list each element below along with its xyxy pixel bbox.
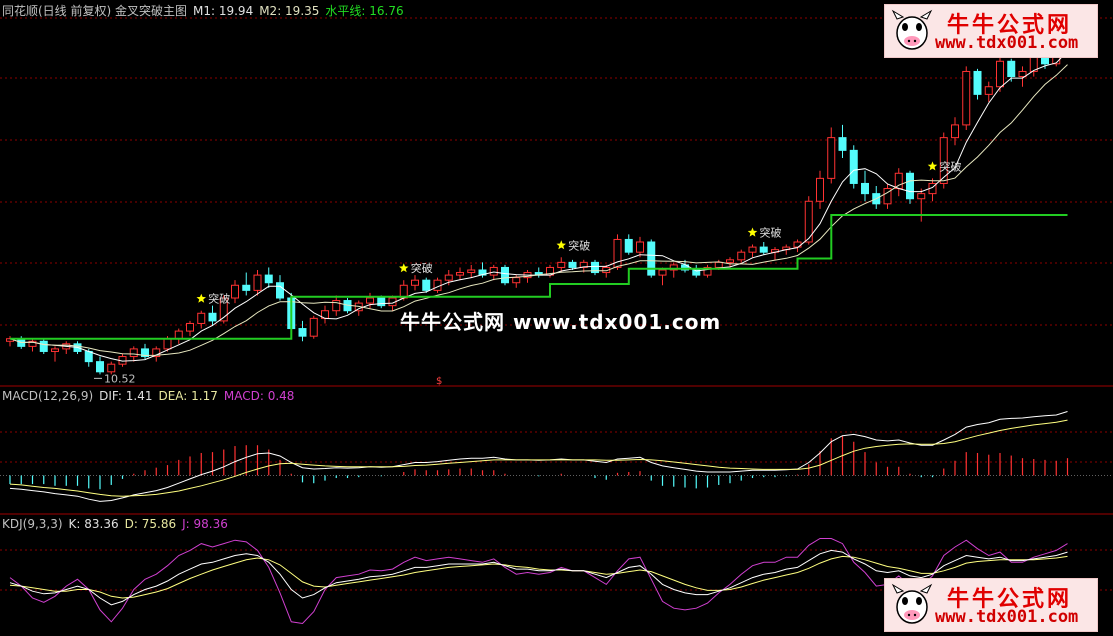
cow-icon: [891, 9, 933, 50]
signal-label: 突破: [411, 261, 433, 275]
candle-body: [107, 363, 116, 373]
star-icon: [927, 161, 938, 171]
macd-value: MACD: 0.48: [223, 389, 295, 403]
dea-value: DEA: 1.17: [158, 389, 218, 403]
kdj-name: KDJ(9,3,3): [2, 517, 63, 531]
candle-body: [84, 350, 93, 363]
candle-body: [264, 274, 273, 284]
candle-body: [309, 317, 318, 337]
m2-value: M2: 19.35: [259, 4, 320, 18]
macd-name: MACD(12,26,9): [2, 389, 94, 403]
candle-body: [1007, 60, 1016, 78]
candle-body: [737, 251, 746, 261]
candle-body: [377, 297, 386, 307]
candle-body: [501, 266, 509, 284]
candle-body: [838, 137, 847, 151]
kdj-header: KDJ(9,3,3) K: 83.36 D: 75.86 J: 98.36: [2, 517, 234, 531]
candle-body: [411, 279, 419, 286]
k-value: K: 83.36: [68, 517, 119, 531]
candle-body: [816, 177, 824, 202]
j-value: J: 98.36: [182, 517, 228, 531]
star-icon: [399, 263, 409, 273]
candle-body: [557, 261, 566, 268]
candle-body: [129, 348, 138, 358]
candle-body: [276, 282, 284, 299]
candle-body: [186, 322, 194, 332]
candle-body: [917, 193, 926, 200]
candle-body: [512, 277, 521, 284]
star-icon: [556, 240, 566, 250]
candle-body: [174, 330, 183, 340]
candle-body: [444, 274, 453, 281]
candle-body: [568, 261, 577, 268]
candle-body: [96, 361, 104, 373]
candle-body: [467, 269, 476, 274]
candle-body: [51, 348, 59, 352]
main-title: 同花顺(日线 前复权) 金叉突破主图: [2, 4, 187, 18]
candle-body: [231, 284, 239, 299]
breakout-signal: 突破: [399, 261, 433, 275]
candle-body: [827, 137, 836, 179]
candle-body: [197, 312, 206, 324]
candle-body: [984, 86, 993, 95]
candle-body: [208, 312, 217, 322]
candle-body: [636, 241, 644, 253]
center-watermark: 牛牛公式网 www.tdx001.com: [400, 310, 722, 334]
candle-body: [658, 269, 667, 276]
candle-body: [726, 259, 734, 263]
logo-top: 牛牛公式网 www.tdx001.com: [884, 4, 1098, 58]
main-header: 同花顺(日线 前复权) 金叉突破主图 M1: 19.94 M2: 19.35 水平线:…: [2, 4, 410, 18]
candle-body: [366, 297, 374, 304]
candle-body: [951, 124, 959, 139]
low-price-label: 10.52: [104, 372, 136, 385]
candle-body: [1018, 70, 1027, 78]
signal-label: 突破: [568, 238, 590, 252]
cow-icon: [891, 583, 933, 624]
candle-body: [714, 261, 723, 268]
breakout-signal: 突破: [556, 238, 590, 252]
breakout-signal: 突破: [196, 292, 230, 306]
star-icon: [747, 227, 758, 237]
candle-body: [163, 338, 172, 350]
candle-body: [39, 340, 48, 352]
dif-line: [9, 411, 1068, 502]
candle-body: [242, 284, 251, 291]
candle-body: [456, 272, 464, 276]
signal-label: 突破: [760, 226, 782, 240]
logo-url: www.tdx001.com: [935, 607, 1079, 627]
candle-body: [906, 172, 914, 200]
candle-body: [861, 182, 869, 195]
candle-body: [489, 266, 498, 276]
candle-body: [973, 70, 982, 95]
candle-body: [253, 274, 262, 291]
candle-body: [624, 238, 633, 253]
macd-header: MACD(12,26,9) DIF: 1.41 DEA: 1.17 MACD: 0.4…: [2, 389, 300, 403]
dea-line: [9, 419, 1068, 497]
d-value: D: 75.86: [124, 517, 177, 531]
signal-label: 突破: [940, 159, 962, 173]
candle-body: [647, 241, 656, 276]
candle-body: [996, 60, 1004, 88]
logo-url: www.tdx001.com: [935, 33, 1079, 53]
candle-body: [422, 279, 431, 291]
level-value: 水平线: 16.76: [325, 4, 404, 18]
star-icon: [196, 293, 206, 303]
candle-body: [962, 70, 971, 126]
candle-body: [748, 246, 757, 253]
logo-bottom: 牛牛公式网 www.tdx001.com: [884, 578, 1098, 632]
candle-body: [849, 149, 858, 184]
dif-value: DIF: 1.41: [99, 389, 153, 403]
m1-value: M1: 19.94: [193, 4, 254, 18]
candle-body: [759, 246, 768, 253]
candle-body: [298, 328, 307, 337]
signal-label: 突破: [208, 292, 230, 306]
breakout-signal: 突破: [927, 159, 962, 173]
breakout-signal: 突破: [747, 226, 782, 240]
scroll-marker: $: [436, 376, 442, 387]
candle-body: [793, 241, 802, 248]
